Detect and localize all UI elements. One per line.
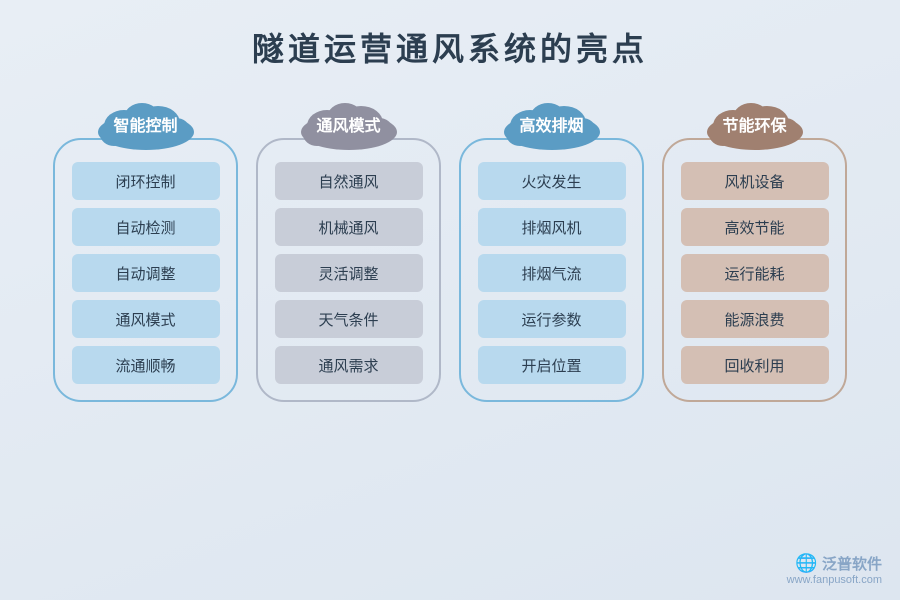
page-background: 隧道运营通风系统的亮点 智能控制 闭环控制自动检测自动调整通风模式流通顺畅 通风…: [0, 0, 900, 600]
page-title: 隧道运营通风系统的亮点: [0, 0, 900, 70]
column-col-blue: 智能控制 闭环控制自动检测自动调整通风模式流通顺畅: [53, 98, 238, 402]
list-item: 通风模式: [72, 300, 220, 338]
cloud-badge-col-blue: 智能控制: [86, 98, 206, 150]
column-card-col-brown: 风机设备高效节能运行能耗能源浪费回收利用: [662, 138, 847, 402]
watermark-logo: 🌐 泛普软件: [787, 553, 882, 574]
list-item: 自动检测: [72, 208, 220, 246]
list-item: 风机设备: [681, 162, 829, 200]
list-item: 运行能耗: [681, 254, 829, 292]
column-col-brown: 节能环保 风机设备高效节能运行能耗能源浪费回收利用: [662, 98, 847, 402]
list-item: 自然通风: [275, 162, 423, 200]
list-item: 灵活调整: [275, 254, 423, 292]
list-item: 自动调整: [72, 254, 220, 292]
list-item: 能源浪费: [681, 300, 829, 338]
badge-label-col-gray: 通风模式: [316, 112, 380, 136]
cloud-badge-col-blue2: 高效排烟: [492, 98, 612, 150]
badge-label-col-blue2: 高效排烟: [519, 112, 583, 136]
badge-label-col-brown: 节能环保: [722, 112, 786, 136]
cloud-badge-col-gray: 通风模式: [289, 98, 409, 150]
list-item: 火灾发生: [478, 162, 626, 200]
list-item: 运行参数: [478, 300, 626, 338]
column-col-gray: 通风模式 自然通风机械通风灵活调整天气条件通风需求: [256, 98, 441, 402]
list-item: 排烟风机: [478, 208, 626, 246]
list-item: 流通顺畅: [72, 346, 220, 384]
list-item: 排烟气流: [478, 254, 626, 292]
list-item: 通风需求: [275, 346, 423, 384]
list-item: 开启位置: [478, 346, 626, 384]
list-item: 天气条件: [275, 300, 423, 338]
list-item: 回收利用: [681, 346, 829, 384]
watermark: 🌐 泛普软件 www.fanpusoft.com: [787, 553, 882, 586]
watermark-url: www.fanpusoft.com: [787, 574, 882, 586]
column-card-col-blue2: 火灾发生排烟风机排烟气流运行参数开启位置: [459, 138, 644, 402]
column-card-col-gray: 自然通风机械通风灵活调整天气条件通风需求: [256, 138, 441, 402]
list-item: 高效节能: [681, 208, 829, 246]
list-item: 机械通风: [275, 208, 423, 246]
badge-label-col-blue: 智能控制: [113, 112, 177, 136]
list-item: 闭环控制: [72, 162, 220, 200]
column-col-blue2: 高效排烟 火灾发生排烟风机排烟气流运行参数开启位置: [459, 98, 644, 402]
cloud-badge-col-brown: 节能环保: [695, 98, 815, 150]
columns-container: 智能控制 闭环控制自动检测自动调整通风模式流通顺畅 通风模式 自然通风机械通风灵…: [0, 70, 900, 402]
column-card-col-blue: 闭环控制自动检测自动调整通风模式流通顺畅: [53, 138, 238, 402]
